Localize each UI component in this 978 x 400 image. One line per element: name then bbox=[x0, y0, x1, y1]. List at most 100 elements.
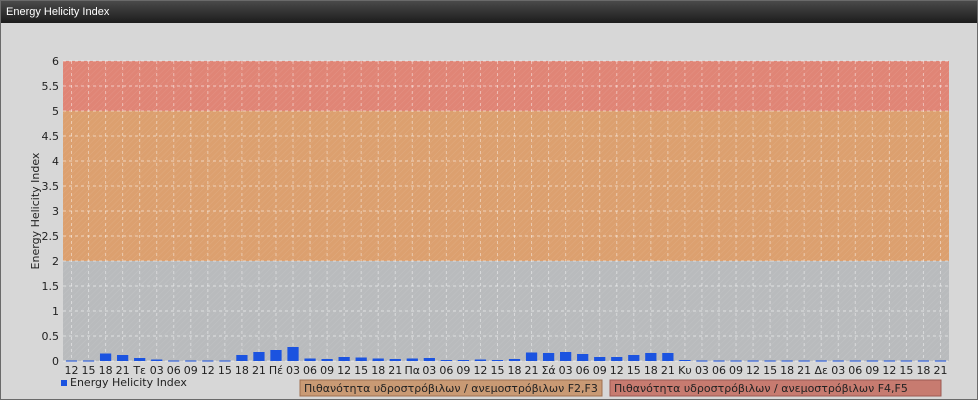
ehi-bar bbox=[202, 360, 214, 362]
y-tick-label: 2 bbox=[52, 255, 59, 268]
x-tick-label: 09 bbox=[456, 364, 470, 377]
window-title: Energy Helicity Index bbox=[1, 1, 977, 23]
y-tick-label: 3.5 bbox=[42, 180, 60, 193]
y-axis-label: Energy Helicity Index bbox=[29, 152, 42, 269]
ehi-bar bbox=[474, 359, 487, 361]
x-tick-label: 09 bbox=[865, 364, 879, 377]
ehi-bar bbox=[508, 359, 521, 361]
x-tick-label: 09 bbox=[593, 364, 607, 377]
ehi-bar bbox=[815, 360, 827, 362]
x-tick-label: 18 bbox=[371, 364, 385, 377]
ehi-bar bbox=[849, 360, 861, 362]
ehi-bar bbox=[662, 353, 674, 361]
x-tick-label: 18 bbox=[508, 364, 522, 377]
ehi-bar bbox=[151, 359, 163, 361]
ehi-bar bbox=[338, 357, 350, 361]
x-tick-label: 12 bbox=[337, 364, 351, 377]
x-tick-label: 06 bbox=[712, 364, 726, 377]
ehi-bar bbox=[287, 347, 299, 361]
x-tick-label: 03 bbox=[831, 364, 845, 377]
y-tick-label: 0.5 bbox=[42, 330, 60, 343]
ehi-bar bbox=[764, 360, 776, 362]
x-tick-label: 21 bbox=[388, 364, 402, 377]
x-tick-label: Σά bbox=[541, 364, 555, 377]
x-tick-label: 18 bbox=[780, 364, 794, 377]
ehi-bar bbox=[321, 359, 333, 361]
x-tick-label: 21 bbox=[661, 364, 675, 377]
ehi-bar bbox=[457, 360, 470, 361]
x-tick-label: 12 bbox=[882, 364, 896, 377]
y-tick-label: 0 bbox=[52, 355, 59, 368]
ehi-bar bbox=[185, 360, 197, 362]
x-tick-label: 03 bbox=[286, 364, 300, 377]
x-tick-label: 21 bbox=[525, 364, 539, 377]
legend-series-swatch bbox=[61, 380, 67, 386]
x-tick-label: 21 bbox=[797, 364, 811, 377]
ehi-bar bbox=[645, 353, 657, 361]
x-tick-label: 12 bbox=[610, 364, 624, 377]
ehi-bar bbox=[491, 360, 504, 361]
ehi-bar bbox=[696, 360, 708, 362]
x-tick-label: 06 bbox=[303, 364, 317, 377]
ehi-bar bbox=[560, 352, 572, 361]
x-tick-label: 15 bbox=[763, 364, 777, 377]
x-tick-label: 18 bbox=[235, 364, 249, 377]
y-tick-label: 5.5 bbox=[42, 80, 60, 93]
ehi-bar bbox=[781, 360, 793, 362]
ehi-bar bbox=[440, 360, 452, 361]
x-tick-label: 21 bbox=[252, 364, 266, 377]
legend-f45-label: Πιθανότητα υδροστρόβιλων / ανεμοστρόβιλω… bbox=[614, 382, 908, 395]
x-tick-label: 12 bbox=[746, 364, 760, 377]
ehi-bar bbox=[82, 360, 95, 362]
ehi-bar bbox=[134, 358, 146, 361]
x-tick-label: 12 bbox=[201, 364, 215, 377]
x-tick-label: Κυ bbox=[678, 364, 692, 377]
x-tick-label: 03 bbox=[695, 364, 709, 377]
y-tick-label: 3 bbox=[52, 205, 59, 218]
x-tick-label: 15 bbox=[218, 364, 232, 377]
ehi-bar bbox=[355, 357, 367, 361]
ehi-bar bbox=[270, 350, 282, 361]
ehi-bar bbox=[117, 355, 129, 361]
ehi-bar bbox=[99, 353, 112, 361]
ehi-bar bbox=[236, 355, 248, 361]
x-tick-label: 03 bbox=[422, 364, 436, 377]
y-tick-label: 4 bbox=[52, 155, 59, 168]
x-tick-label: 06 bbox=[439, 364, 453, 377]
ehi-bar bbox=[832, 360, 844, 362]
ehi-bar bbox=[594, 357, 606, 361]
legend-series-label: Energy Helicity Index bbox=[70, 376, 187, 389]
x-tick-label: 15 bbox=[490, 364, 504, 377]
y-tick-label: 6 bbox=[52, 55, 59, 68]
x-tick-label: 03 bbox=[559, 364, 573, 377]
ehi-bar bbox=[730, 360, 742, 362]
x-tick-label: 18 bbox=[644, 364, 658, 377]
ehi-bar bbox=[866, 360, 878, 362]
ehi-bar bbox=[372, 358, 384, 361]
ehi-bar bbox=[628, 355, 640, 361]
ehi-bar bbox=[577, 354, 589, 361]
ehi-bar bbox=[219, 360, 231, 362]
ehi-bar bbox=[253, 352, 265, 361]
ehi-bar bbox=[900, 360, 913, 362]
ehi-bar bbox=[389, 359, 401, 361]
chart-window: Energy Helicity Index 0 0.5 1 1.5 2 2.5 3 3.5 4 4… bbox=[0, 0, 978, 400]
x-tick-label: 21 bbox=[933, 364, 947, 377]
y-tick-label: 2.5 bbox=[42, 230, 60, 243]
ehi-bar bbox=[798, 360, 810, 362]
ehi-bar bbox=[917, 360, 930, 362]
ehi-bar bbox=[883, 360, 895, 362]
y-tick-label: 4.5 bbox=[42, 130, 60, 143]
legend-f23-label: Πιθανότητα υδροστρόβιλων / ανεμοστρόβιλω… bbox=[304, 382, 598, 395]
ehi-bar bbox=[611, 357, 623, 361]
x-tick-label: 06 bbox=[848, 364, 862, 377]
ehi-bar bbox=[168, 360, 180, 362]
legend: Energy Helicity Index Πιθανότητα υδροστρ… bbox=[61, 376, 942, 397]
x-tick-label: 09 bbox=[729, 364, 743, 377]
ehi-bar bbox=[679, 360, 691, 361]
ehi-bar bbox=[423, 358, 435, 361]
ehi-bar bbox=[304, 358, 316, 361]
y-tick-label: 5 bbox=[52, 105, 59, 118]
y-axis-ticks: 0 0.5 1 1.5 2 2.5 3 3.5 4 4.5 5 5.5 6 bbox=[42, 55, 60, 368]
x-tick-label: 12 bbox=[473, 364, 487, 377]
